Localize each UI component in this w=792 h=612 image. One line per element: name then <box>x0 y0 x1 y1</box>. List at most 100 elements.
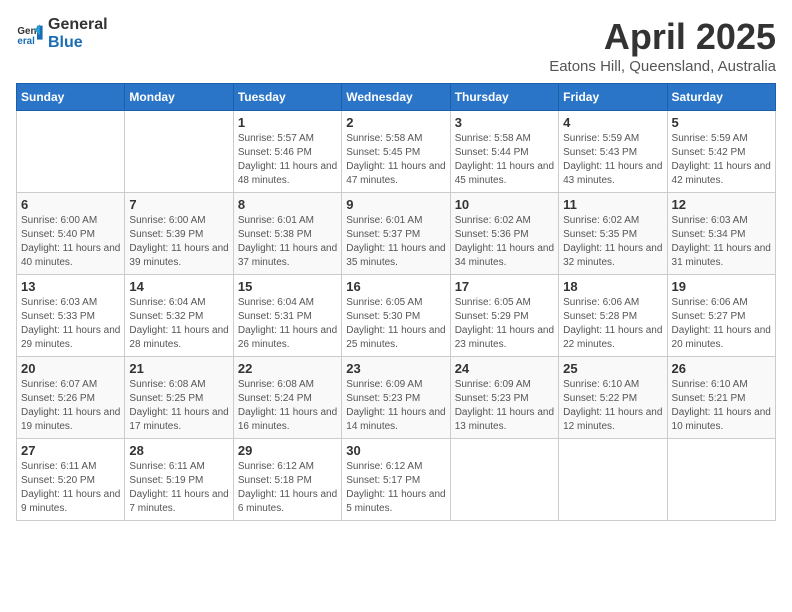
calendar-cell: 30Sunrise: 6:12 AM Sunset: 5:17 PM Dayli… <box>342 439 450 521</box>
calendar-cell: 13 Sunrise: 6:03 AM Sunset: 5:33 PM Dayli… <box>17 275 125 357</box>
weekday-header-sunday: Sunday <box>17 84 125 111</box>
calendar-cell: 9Sunrise: 6:01 AM Sunset: 5:37 PM Daylig… <box>342 193 450 275</box>
logo-blue-text: Blue <box>48 34 108 52</box>
day-number: 6 <box>21 197 120 212</box>
calendar-cell: 11 Sunrise: 6:02 AM Sunset: 5:35 PM Dayli… <box>559 193 667 275</box>
day-info: Sunrise: 6:12 AM Sunset: 5:18 PM Dayligh… <box>238 460 337 516</box>
calendar-week-5: 27 Sunrise: 6:11 AM Sunset: 5:20 PM Dayli… <box>17 439 776 521</box>
day-info: Sunrise: 6:08 AM Sunset: 5:24 PM Dayligh… <box>238 378 337 434</box>
day-info: Sunrise: 5:58 AM Sunset: 5:45 PM Dayligh… <box>346 132 445 188</box>
day-number: 13 <box>21 279 120 294</box>
day-info: Sunrise: 6:09 AM Sunset: 5:23 PM Dayligh… <box>455 378 554 434</box>
day-number: 19 <box>672 279 771 294</box>
day-info: Sunrise: 6:06 AM Sunset: 5:28 PM Dayligh… <box>563 296 662 352</box>
calendar-cell: 29 Sunrise: 6:12 AM Sunset: 5:18 PM Dayli… <box>233 439 341 521</box>
day-info: Sunrise: 5:58 AM Sunset: 5:44 PM Dayligh… <box>455 132 554 188</box>
weekday-header-thursday: Thursday <box>450 84 558 111</box>
day-info: Sunrise: 5:59 AM Sunset: 5:42 PM Dayligh… <box>672 132 771 188</box>
calendar-cell: 23 Sunrise: 6:09 AM Sunset: 5:23 PM Dayli… <box>342 357 450 439</box>
calendar-cell: 7 Sunrise: 6:00 AM Sunset: 5:39 PM Daylig… <box>125 193 233 275</box>
calendar-cell: 4Sunrise: 5:59 AM Sunset: 5:43 PM Daylig… <box>559 111 667 193</box>
weekday-header-tuesday: Tuesday <box>233 84 341 111</box>
calendar-cell: 26Sunrise: 6:10 AM Sunset: 5:21 PM Dayli… <box>667 357 775 439</box>
location-title: Eatons Hill, Queensland, Australia <box>549 58 776 75</box>
calendar-cell: 1Sunrise: 5:57 AM Sunset: 5:46 PM Daylig… <box>233 111 341 193</box>
calendar-cell: 8Sunrise: 6:01 AM Sunset: 5:38 PM Daylig… <box>233 193 341 275</box>
calendar-cell <box>450 439 558 521</box>
day-number: 29 <box>238 443 337 458</box>
day-info: Sunrise: 6:00 AM Sunset: 5:39 PM Dayligh… <box>129 214 228 270</box>
calendar-cell: 18 Sunrise: 6:06 AM Sunset: 5:28 PM Dayli… <box>559 275 667 357</box>
calendar-cell: 25Sunrise: 6:10 AM Sunset: 5:22 PM Dayli… <box>559 357 667 439</box>
weekday-header-friday: Friday <box>559 84 667 111</box>
day-number: 8 <box>238 197 337 212</box>
day-number: 3 <box>455 115 554 130</box>
calendar-week-2: 6Sunrise: 6:00 AM Sunset: 5:40 PM Daylig… <box>17 193 776 275</box>
day-number: 11 <box>563 197 662 212</box>
calendar-cell: 20Sunrise: 6:07 AM Sunset: 5:26 PM Dayli… <box>17 357 125 439</box>
calendar-cell: 2 Sunrise: 5:58 AM Sunset: 5:45 PM Daylig… <box>342 111 450 193</box>
weekday-header-saturday: Saturday <box>667 84 775 111</box>
day-number: 23 <box>346 361 445 376</box>
calendar-week-1: 1Sunrise: 5:57 AM Sunset: 5:46 PM Daylig… <box>17 111 776 193</box>
day-number: 27 <box>21 443 120 458</box>
day-number: 18 <box>563 279 662 294</box>
calendar-week-3: 13 Sunrise: 6:03 AM Sunset: 5:33 PM Dayli… <box>17 275 776 357</box>
weekday-header-row: SundayMondayTuesdayWednesdayThursdayFrid… <box>17 84 776 111</box>
calendar-cell: 3 Sunrise: 5:58 AM Sunset: 5:44 PM Daylig… <box>450 111 558 193</box>
calendar-cell <box>667 439 775 521</box>
calendar-week-4: 20Sunrise: 6:07 AM Sunset: 5:26 PM Dayli… <box>17 357 776 439</box>
day-number: 7 <box>129 197 228 212</box>
day-info: Sunrise: 6:02 AM Sunset: 5:35 PM Dayligh… <box>563 214 662 270</box>
day-info: Sunrise: 6:04 AM Sunset: 5:32 PM Dayligh… <box>129 296 228 352</box>
calendar-header: SundayMondayTuesdayWednesdayThursdayFrid… <box>17 84 776 111</box>
calendar-cell <box>559 439 667 521</box>
calendar-cell: 21Sunrise: 6:08 AM Sunset: 5:25 PM Dayli… <box>125 357 233 439</box>
weekday-header-wednesday: Wednesday <box>342 84 450 111</box>
day-number: 2 <box>346 115 445 130</box>
day-info: Sunrise: 6:02 AM Sunset: 5:36 PM Dayligh… <box>455 214 554 270</box>
day-info: Sunrise: 6:03 AM Sunset: 5:33 PM Dayligh… <box>21 296 120 352</box>
day-number: 26 <box>672 361 771 376</box>
calendar: SundayMondayTuesdayWednesdayThursdayFrid… <box>16 83 776 521</box>
day-number: 14 <box>129 279 228 294</box>
day-info: Sunrise: 6:08 AM Sunset: 5:25 PM Dayligh… <box>129 378 228 434</box>
calendar-cell: 22 Sunrise: 6:08 AM Sunset: 5:24 PM Dayli… <box>233 357 341 439</box>
day-info: Sunrise: 6:03 AM Sunset: 5:34 PM Dayligh… <box>672 214 771 270</box>
calendar-cell: 19 Sunrise: 6:06 AM Sunset: 5:27 PM Dayli… <box>667 275 775 357</box>
logo: Gen eral General Blue <box>16 16 108 51</box>
calendar-cell: 5 Sunrise: 5:59 AM Sunset: 5:42 PM Daylig… <box>667 111 775 193</box>
day-info: Sunrise: 6:10 AM Sunset: 5:22 PM Dayligh… <box>563 378 662 434</box>
day-number: 9 <box>346 197 445 212</box>
day-info: Sunrise: 6:07 AM Sunset: 5:26 PM Dayligh… <box>21 378 120 434</box>
month-title: April 2025 <box>549 16 776 58</box>
svg-text:eral: eral <box>17 35 35 46</box>
calendar-cell: 14 Sunrise: 6:04 AM Sunset: 5:32 PM Dayli… <box>125 275 233 357</box>
calendar-cell: 6Sunrise: 6:00 AM Sunset: 5:40 PM Daylig… <box>17 193 125 275</box>
day-number: 17 <box>455 279 554 294</box>
day-info: Sunrise: 5:57 AM Sunset: 5:46 PM Dayligh… <box>238 132 337 188</box>
day-info: Sunrise: 6:05 AM Sunset: 5:30 PM Dayligh… <box>346 296 445 352</box>
weekday-header-monday: Monday <box>125 84 233 111</box>
day-info: Sunrise: 6:06 AM Sunset: 5:27 PM Dayligh… <box>672 296 771 352</box>
day-number: 5 <box>672 115 771 130</box>
calendar-cell: 17 Sunrise: 6:05 AM Sunset: 5:29 PM Dayli… <box>450 275 558 357</box>
day-info: Sunrise: 5:59 AM Sunset: 5:43 PM Dayligh… <box>563 132 662 188</box>
title-area: April 2025 Eatons Hill, Queensland, Aust… <box>549 16 776 75</box>
day-info: Sunrise: 6:11 AM Sunset: 5:19 PM Dayligh… <box>129 460 228 516</box>
calendar-cell: 12 Sunrise: 6:03 AM Sunset: 5:34 PM Dayli… <box>667 193 775 275</box>
day-info: Sunrise: 6:04 AM Sunset: 5:31 PM Dayligh… <box>238 296 337 352</box>
calendar-cell: 15 Sunrise: 6:04 AM Sunset: 5:31 PM Dayli… <box>233 275 341 357</box>
day-info: Sunrise: 6:05 AM Sunset: 5:29 PM Dayligh… <box>455 296 554 352</box>
calendar-cell: 27 Sunrise: 6:11 AM Sunset: 5:20 PM Dayli… <box>17 439 125 521</box>
calendar-cell <box>125 111 233 193</box>
header: Gen eral General Blue April 2025 Eatons … <box>16 16 776 75</box>
day-number: 22 <box>238 361 337 376</box>
day-number: 15 <box>238 279 337 294</box>
logo-icon: Gen eral <box>16 20 44 48</box>
day-info: Sunrise: 6:09 AM Sunset: 5:23 PM Dayligh… <box>346 378 445 434</box>
calendar-cell: 16Sunrise: 6:05 AM Sunset: 5:30 PM Dayli… <box>342 275 450 357</box>
day-info: Sunrise: 6:11 AM Sunset: 5:20 PM Dayligh… <box>21 460 120 516</box>
day-number: 12 <box>672 197 771 212</box>
day-number: 10 <box>455 197 554 212</box>
